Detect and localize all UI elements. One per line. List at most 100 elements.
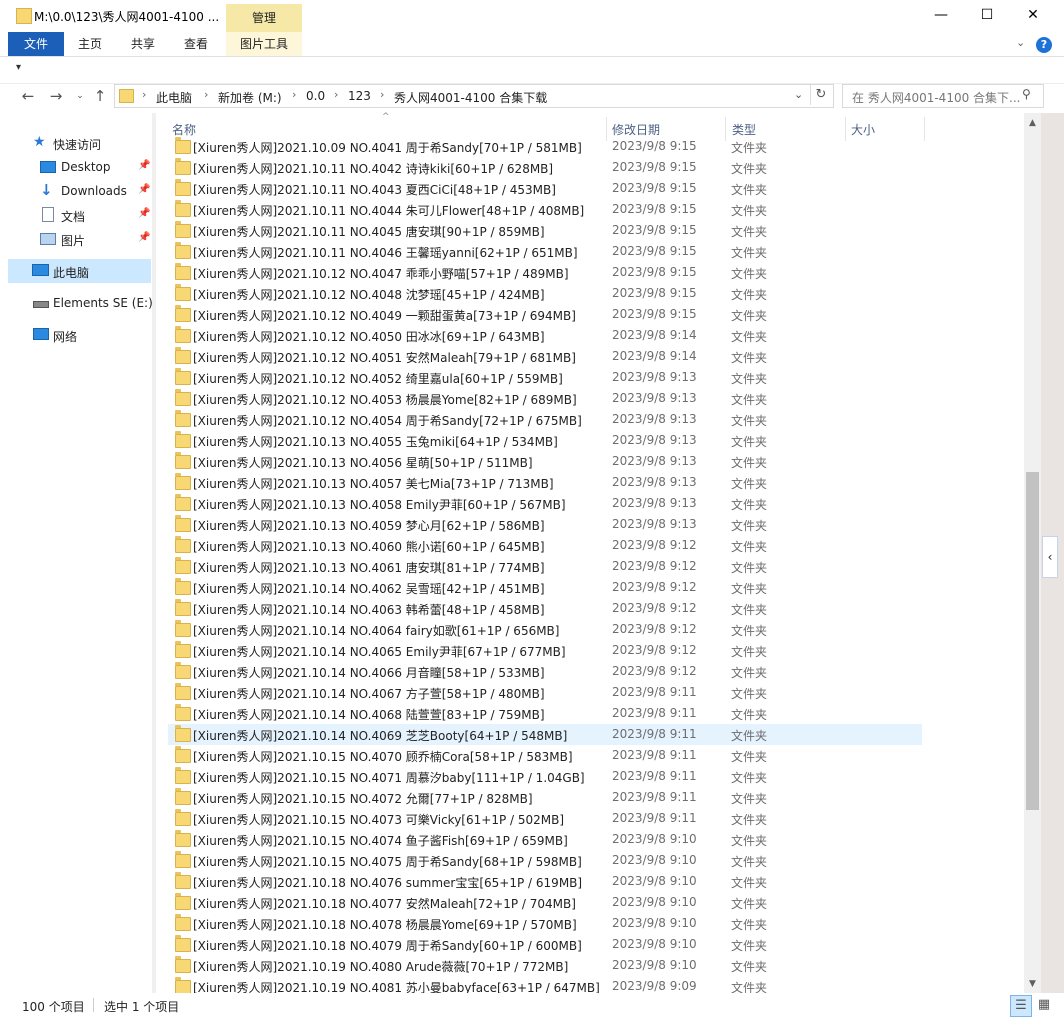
sidebar-item-label: 图片 [61,234,86,248]
chevron-left-icon[interactable]: ‹ [1042,536,1058,578]
file-row[interactable]: [Xiuren秀人网]2021.10.15 NO.4073 可樂Vicky[61… [168,808,922,829]
file-row[interactable]: [Xiuren秀人网]2021.10.09 NO.4041 周于希Sandy[7… [168,136,922,157]
sidebar-item-pictures[interactable]: 图片 📌 [0,227,152,251]
sidebar-item-desktop[interactable]: Desktop 📌 [0,155,152,179]
ribbon-expand-icon[interactable]: ⌄ [1016,36,1025,49]
file-row[interactable]: [Xiuren秀人网]2021.10.14 NO.4063 韩希蕾[48+1P … [168,598,922,619]
file-row[interactable]: [Xiuren秀人网]2021.10.14 NO.4062 吴雪瑶[42+1P … [168,577,922,598]
tab-picture-tools[interactable]: 图片工具 [226,32,302,56]
chevron-right-icon: › [380,88,385,101]
file-name: [Xiuren秀人网]2021.10.15 NO.4070 顾乔楠Cora[58… [193,750,573,764]
customize-toolbar-icon[interactable]: ▾ [16,62,21,73]
file-row[interactable]: [Xiuren秀人网]2021.10.14 NO.4065 Emily尹菲[67… [168,640,922,661]
file-type: 文件夹 [731,666,768,680]
file-row[interactable]: [Xiuren秀人网]2021.10.13 NO.4058 Emily尹菲[60… [168,493,922,514]
tab-view[interactable]: 查看 [172,32,220,56]
back-arrow-icon[interactable]: ← [18,86,38,106]
breadcrumb-this-pc[interactable]: 此电脑 [156,89,192,106]
sidebar-item-this-pc[interactable]: 此电脑 [8,259,151,283]
scroll-down-icon[interactable]: ▼ [1024,976,1041,993]
folder-icon [175,872,191,889]
file-row[interactable]: [Xiuren秀人网]2021.10.14 NO.4066 月音瞳[58+1P … [168,661,922,682]
breadcrumb-drive[interactable]: 新加卷 (M:) [218,89,282,106]
file-row[interactable]: [Xiuren秀人网]2021.10.11 NO.4046 王馨瑶yanni[6… [168,241,922,262]
folder-icon [175,599,191,616]
file-row[interactable]: [Xiuren秀人网]2021.10.14 NO.4067 方子萱[58+1P … [168,682,922,703]
file-row[interactable]: [Xiuren秀人网]2021.10.18 NO.4077 安然Maleah[7… [168,892,922,913]
file-row[interactable]: [Xiuren秀人网]2021.10.12 NO.4051 安然Maleah[7… [168,346,922,367]
large-icons-view-icon[interactable]: ▦ [1034,995,1054,1015]
refresh-icon[interactable]: ↻ [810,85,831,105]
file-row[interactable]: [Xiuren秀人网]2021.10.12 NO.4047 乖乖小野喵[57+1… [168,262,922,283]
sidebar-item-downloads[interactable]: ↓ Downloads 📌 [0,179,152,203]
file-type: 文件夹 [731,792,768,806]
file-row[interactable]: [Xiuren秀人网]2021.10.19 NO.4080 Arude薇薇[70… [168,955,922,976]
file-row[interactable]: [Xiuren秀人网]2021.10.14 NO.4064 fairy如歌[61… [168,619,922,640]
file-row[interactable]: [Xiuren秀人网]2021.10.15 NO.4072 允爾[77+1P /… [168,787,922,808]
file-row[interactable]: [Xiuren秀人网]2021.10.15 NO.4070 顾乔楠Cora[58… [168,745,922,766]
details-view-icon[interactable]: ☰ [1010,995,1032,1017]
breadcrumb-folder-123[interactable]: 123 [348,89,371,103]
context-tab-manage[interactable]: 管理 [226,4,302,32]
file-name: [Xiuren秀人网]2021.10.11 NO.4046 王馨瑶yanni[6… [193,246,578,260]
file-row[interactable]: [Xiuren秀人网]2021.10.18 NO.4076 summer宝宝[6… [168,871,922,892]
file-row[interactable]: [Xiuren秀人网]2021.10.18 NO.4079 周于希Sandy[6… [168,934,922,955]
tab-file[interactable]: 文件 [8,32,64,56]
file-row[interactable]: [Xiuren秀人网]2021.10.15 NO.4071 周慕汐baby[11… [168,766,922,787]
help-icon[interactable]: ? [1036,37,1052,53]
chevron-right-icon: › [334,88,339,101]
folder-icon [175,578,191,595]
file-date: 2023/9/8 9:10 [612,853,697,867]
address-dropdown-icon[interactable]: ⌄ [794,88,803,101]
file-row[interactable]: [Xiuren秀人网]2021.10.12 NO.4053 杨晨晨Yome[82… [168,388,922,409]
sidebar-item-drive[interactable]: Elements SE (E:) [0,291,153,315]
file-row[interactable]: [Xiuren秀人网]2021.10.13 NO.4061 唐安琪[81+1P … [168,556,922,577]
file-row[interactable]: [Xiuren秀人网]2021.10.13 NO.4055 玉兔miki[64+… [168,430,922,451]
file-row[interactable]: [Xiuren秀人网]2021.10.11 NO.4043 夏西CiCi[48+… [168,178,922,199]
close-button[interactable]: ✕ [1010,0,1056,30]
search-placeholder: 在 秀人网4001-4100 合集下... [852,91,1021,105]
file-row[interactable]: [Xiuren秀人网]2021.10.12 NO.4052 绮里嘉ula[60+… [168,367,922,388]
file-date: 2023/9/8 9:15 [612,265,697,279]
folder-icon [175,977,191,994]
file-type: 文件夹 [731,582,768,596]
tab-share[interactable]: 共享 [118,32,168,56]
file-row[interactable]: [Xiuren秀人网]2021.10.12 NO.4050 田冰冰[69+1P … [168,325,922,346]
sidebar-item-quick-access[interactable]: ★ 快速访问 [0,131,152,155]
sidebar-item-label: 文档 [61,210,86,224]
forward-arrow-icon[interactable]: → [46,86,66,106]
column-divider[interactable] [924,117,925,141]
file-row[interactable]: [Xiuren秀人网]2021.10.13 NO.4059 梦心月[62+1P … [168,514,922,535]
file-row[interactable]: [Xiuren秀人网]2021.10.11 NO.4042 诗诗kiki[60+… [168,157,922,178]
file-row[interactable]: [Xiuren秀人网]2021.10.18 NO.4078 杨晨晨Yome[69… [168,913,922,934]
folder-icon [175,704,191,721]
file-row[interactable]: [Xiuren秀人网]2021.10.14 NO.4068 陆萱萱[83+1P … [168,703,922,724]
maximize-button[interactable]: ☐ [964,0,1010,30]
file-row[interactable]: [Xiuren秀人网]2021.10.15 NO.4074 鱼子酱Fish[69… [168,829,922,850]
file-row[interactable]: [Xiuren秀人网]2021.10.15 NO.4075 周于希Sandy[6… [168,850,922,871]
file-row[interactable]: [Xiuren秀人网]2021.10.12 NO.4054 周于希Sandy[7… [168,409,922,430]
breadcrumb-current-folder[interactable]: 秀人网4001-4100 合集下载 [394,89,547,106]
sidebar-item-network[interactable]: 网络 [0,323,152,347]
file-row[interactable]: [Xiuren秀人网]2021.10.11 NO.4045 唐安琪[90+1P … [168,220,922,241]
search-icon[interactable]: ⚲ [1022,87,1031,101]
file-date: 2023/9/8 9:11 [612,727,697,741]
recent-dropdown-icon[interactable]: ⌄ [70,86,90,106]
sidebar-item-documents[interactable]: 文档 📌 [0,203,152,227]
breadcrumb-folder-0[interactable]: 0.0 [306,89,325,103]
minimize-button[interactable]: — [918,0,964,30]
file-name: [Xiuren秀人网]2021.10.13 NO.4055 玉兔miki[64+… [193,435,558,449]
file-row[interactable]: [Xiuren秀人网]2021.10.13 NO.4057 美七Mia[73+1… [168,472,922,493]
scroll-up-icon[interactable]: ▲ [1024,115,1041,132]
file-row[interactable]: [Xiuren秀人网]2021.10.13 NO.4060 熊小诺[60+1P … [168,535,922,556]
file-row[interactable]: [Xiuren秀人网]2021.10.12 NO.4048 沈梦瑶[45+1P … [168,283,922,304]
file-row[interactable]: [Xiuren秀人网]2021.10.14 NO.4069 芝芝Booty[64… [168,724,922,745]
up-arrow-icon[interactable]: ↑ [90,86,110,106]
scrollbar-thumb[interactable] [1026,472,1039,810]
file-row[interactable]: [Xiuren秀人网]2021.10.13 NO.4056 星萌[50+1P /… [168,451,922,472]
tab-home[interactable]: 主页 [66,32,114,56]
file-row[interactable]: [Xiuren秀人网]2021.10.12 NO.4049 一颗甜蛋黄a[73+… [168,304,922,325]
file-row[interactable]: [Xiuren秀人网]2021.10.11 NO.4044 朱可儿Flower[… [168,199,922,220]
file-type: 文件夹 [731,435,768,449]
status-divider [93,998,94,1012]
